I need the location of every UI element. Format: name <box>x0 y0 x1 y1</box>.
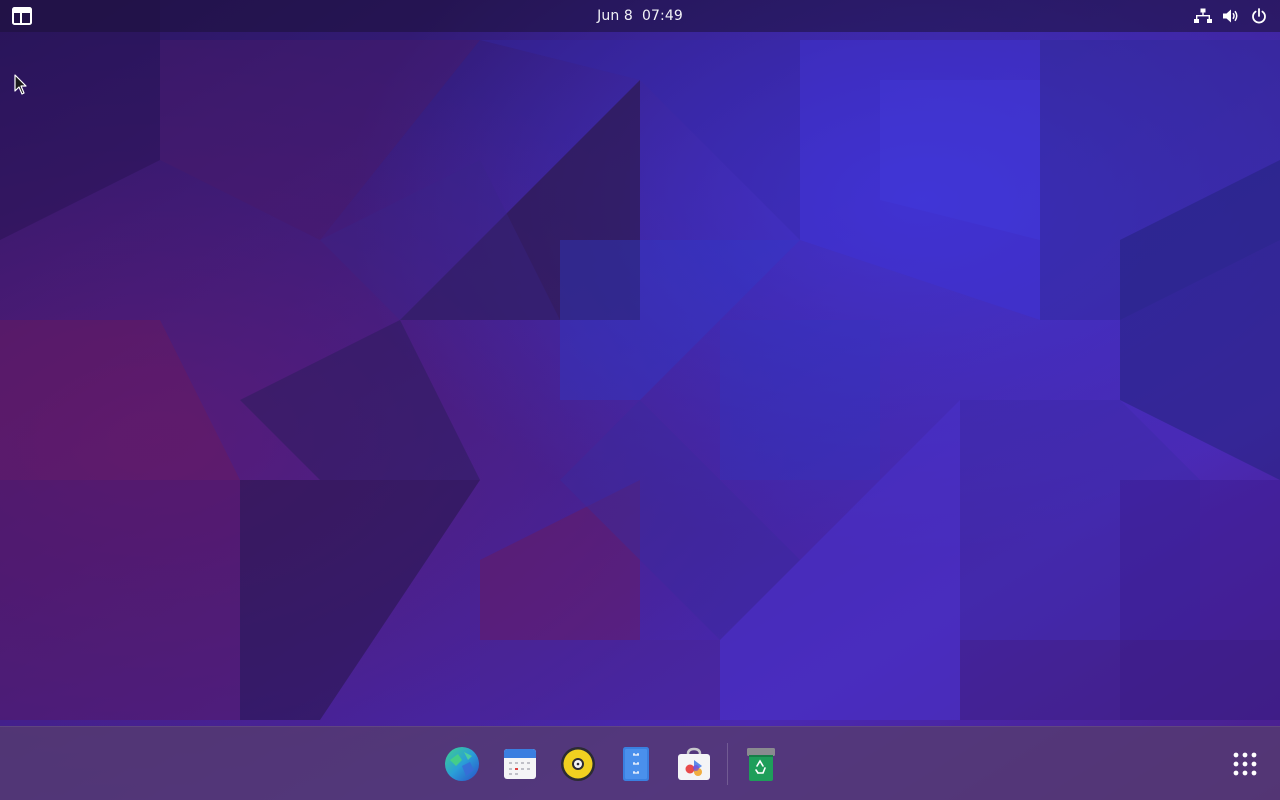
music-player-icon <box>561 747 595 781</box>
clock-container: Jun 8 07:49 <box>0 0 1280 32</box>
system-tray[interactable] <box>1194 0 1268 32</box>
app-grid-icon <box>1233 752 1257 776</box>
activities-layout-icon <box>12 7 32 25</box>
network-icon[interactable] <box>1194 7 1212 25</box>
desktop[interactable]: Jun 8 07:49 <box>0 0 1280 800</box>
software-center-icon <box>678 747 710 780</box>
show-applications-button[interactable] <box>1228 747 1262 781</box>
dock <box>0 726 1280 800</box>
dock-separator <box>727 743 728 785</box>
mouse-pointer-icon <box>14 74 27 95</box>
dock-app-music[interactable] <box>559 745 597 783</box>
calendar-icon <box>504 749 536 779</box>
activities-button[interactable] <box>8 4 36 28</box>
trash-icon <box>747 748 775 781</box>
volume-icon[interactable] <box>1222 7 1240 25</box>
dock-app-files[interactable] <box>617 745 655 783</box>
clock-datetime[interactable]: Jun 8 07:49 <box>597 8 683 24</box>
web-browser-icon <box>445 747 479 781</box>
dock-app-software[interactable] <box>675 745 713 783</box>
top-bar: Jun 8 07:49 <box>0 0 1280 32</box>
desktop-wallpaper <box>0 0 1280 800</box>
dock-app-calendar[interactable] <box>501 745 539 783</box>
power-icon[interactable] <box>1250 7 1268 25</box>
file-manager-icon <box>623 747 649 781</box>
dock-trash[interactable] <box>742 745 780 783</box>
dock-app-web-browser[interactable] <box>443 745 481 783</box>
